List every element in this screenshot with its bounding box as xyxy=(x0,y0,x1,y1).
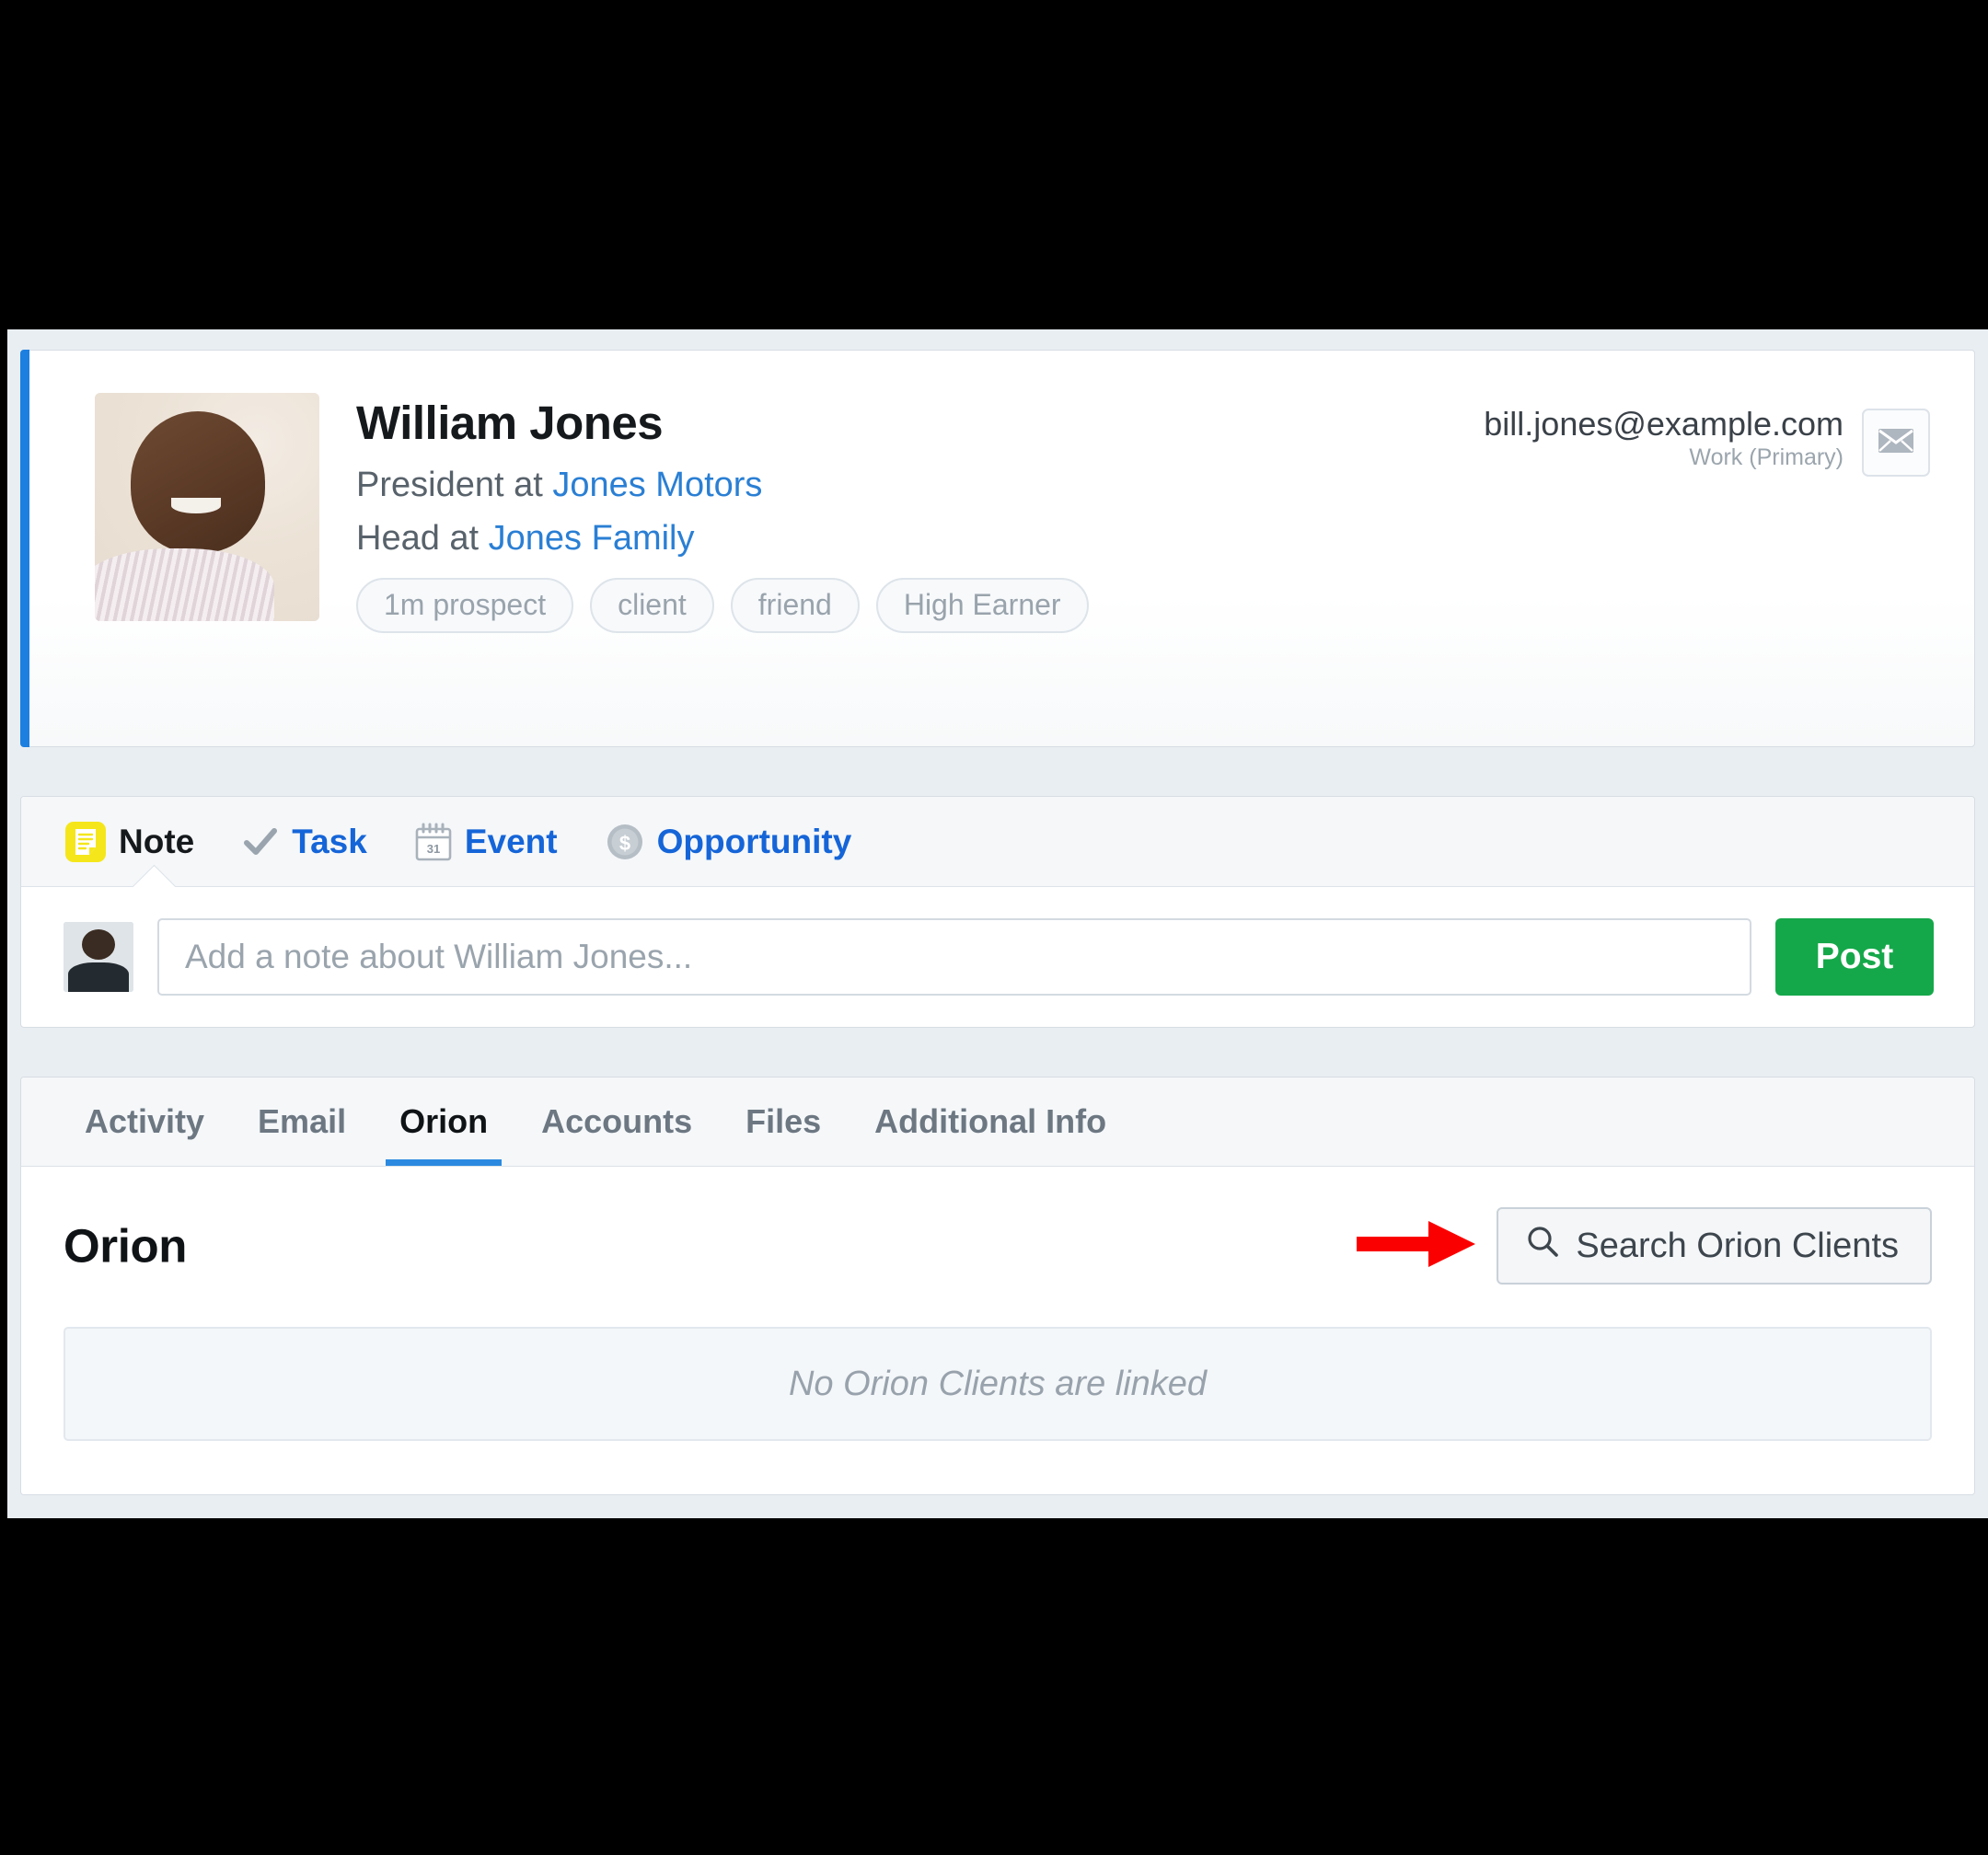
role-prefix: President at xyxy=(356,466,553,505)
search-button-label: Search Orion Clients xyxy=(1576,1226,1899,1265)
composer-tab-bar: Note Task 31 Event $ Opportunity xyxy=(21,797,1974,887)
composer-tab-opportunity[interactable]: $ Opportunity xyxy=(606,823,852,861)
detail-card: Activity Email Orion Accounts Files Addi… xyxy=(20,1077,1975,1495)
role-prefix: Head at xyxy=(356,518,489,558)
note-icon xyxy=(65,821,106,862)
svg-text:$: $ xyxy=(618,832,630,855)
composer-tab-task[interactable]: Task xyxy=(242,824,367,860)
tag-pill[interactable]: High Earner xyxy=(875,577,1089,633)
composer-tab-label: Task xyxy=(292,823,367,860)
detail-tab-bar: Activity Email Orion Accounts Files Addi… xyxy=(21,1077,1974,1167)
search-icon xyxy=(1526,1225,1559,1267)
post-button[interactable]: Post xyxy=(1775,918,1934,996)
tag-pill[interactable]: client xyxy=(590,577,714,633)
contact-details: William Jones President at Jones Motors … xyxy=(356,393,1484,633)
tag-pill[interactable]: friend xyxy=(730,577,860,633)
tab-accounts[interactable]: Accounts xyxy=(514,1077,719,1166)
user-avatar xyxy=(64,922,133,992)
composer-tab-label: Event xyxy=(464,823,558,860)
detail-panel-header: Orion Search Orion Clients xyxy=(64,1205,1932,1286)
composer-tab-label: Note xyxy=(119,823,195,860)
email-address[interactable]: bill.jones@example.com xyxy=(1484,406,1844,443)
tab-activity[interactable]: Activity xyxy=(58,1077,231,1166)
org-link-jones-family[interactable]: Jones Family xyxy=(489,519,695,558)
svg-text:31: 31 xyxy=(427,842,440,856)
composer-tab-label: Opportunity xyxy=(656,823,852,860)
contact-role-primary: President at Jones Motors xyxy=(356,465,1484,506)
contact-photo xyxy=(95,393,319,621)
contact-email-section: bill.jones@example.com Work (Primary) xyxy=(1484,393,1974,477)
calendar-icon: 31 xyxy=(415,823,452,861)
check-icon xyxy=(242,824,279,860)
panel-title: Orion xyxy=(64,1219,187,1273)
composer-tab-event[interactable]: 31 Event xyxy=(415,823,558,861)
dollar-circle-icon: $ xyxy=(606,823,644,861)
email-type-label: Work (Primary) xyxy=(1689,444,1844,470)
search-orion-clients-button[interactable]: Search Orion Clients xyxy=(1497,1207,1932,1285)
composer-tab-note[interactable]: Note xyxy=(65,821,195,862)
contact-role-secondary: Head at Jones Family xyxy=(356,518,1484,559)
tab-orion[interactable]: Orion xyxy=(373,1077,514,1166)
tab-email[interactable]: Email xyxy=(231,1077,373,1166)
contact-tags: 1m prospect client friend High Earner xyxy=(356,577,1484,633)
active-tab-pointer xyxy=(130,863,178,887)
annotation-arrow-icon xyxy=(1357,1214,1476,1279)
contact-header-card: William Jones President at Jones Motors … xyxy=(20,350,1975,747)
note-input[interactable] xyxy=(157,918,1751,996)
detail-panel: Orion Search Orion Clients No Orion Clie… xyxy=(21,1167,1974,1494)
email-block: bill.jones@example.com Work (Primary) xyxy=(1484,406,1844,471)
tab-additional-info[interactable]: Additional Info xyxy=(848,1077,1133,1166)
composer-input-row: Post xyxy=(21,887,1974,1027)
page-title: William Jones xyxy=(356,397,664,449)
send-email-button[interactable] xyxy=(1862,409,1930,477)
empty-state-message: No Orion Clients are linked xyxy=(64,1327,1932,1441)
envelope-icon xyxy=(1878,428,1914,458)
org-link-jones-motors[interactable]: Jones Motors xyxy=(552,466,762,504)
tag-pill[interactable]: 1m prospect xyxy=(356,577,574,633)
tab-files[interactable]: Files xyxy=(719,1077,848,1166)
composer-card: Note Task 31 Event $ Opportunity Add a n… xyxy=(20,796,1975,1028)
app-viewport: William Jones President at Jones Motors … xyxy=(7,329,1988,1518)
